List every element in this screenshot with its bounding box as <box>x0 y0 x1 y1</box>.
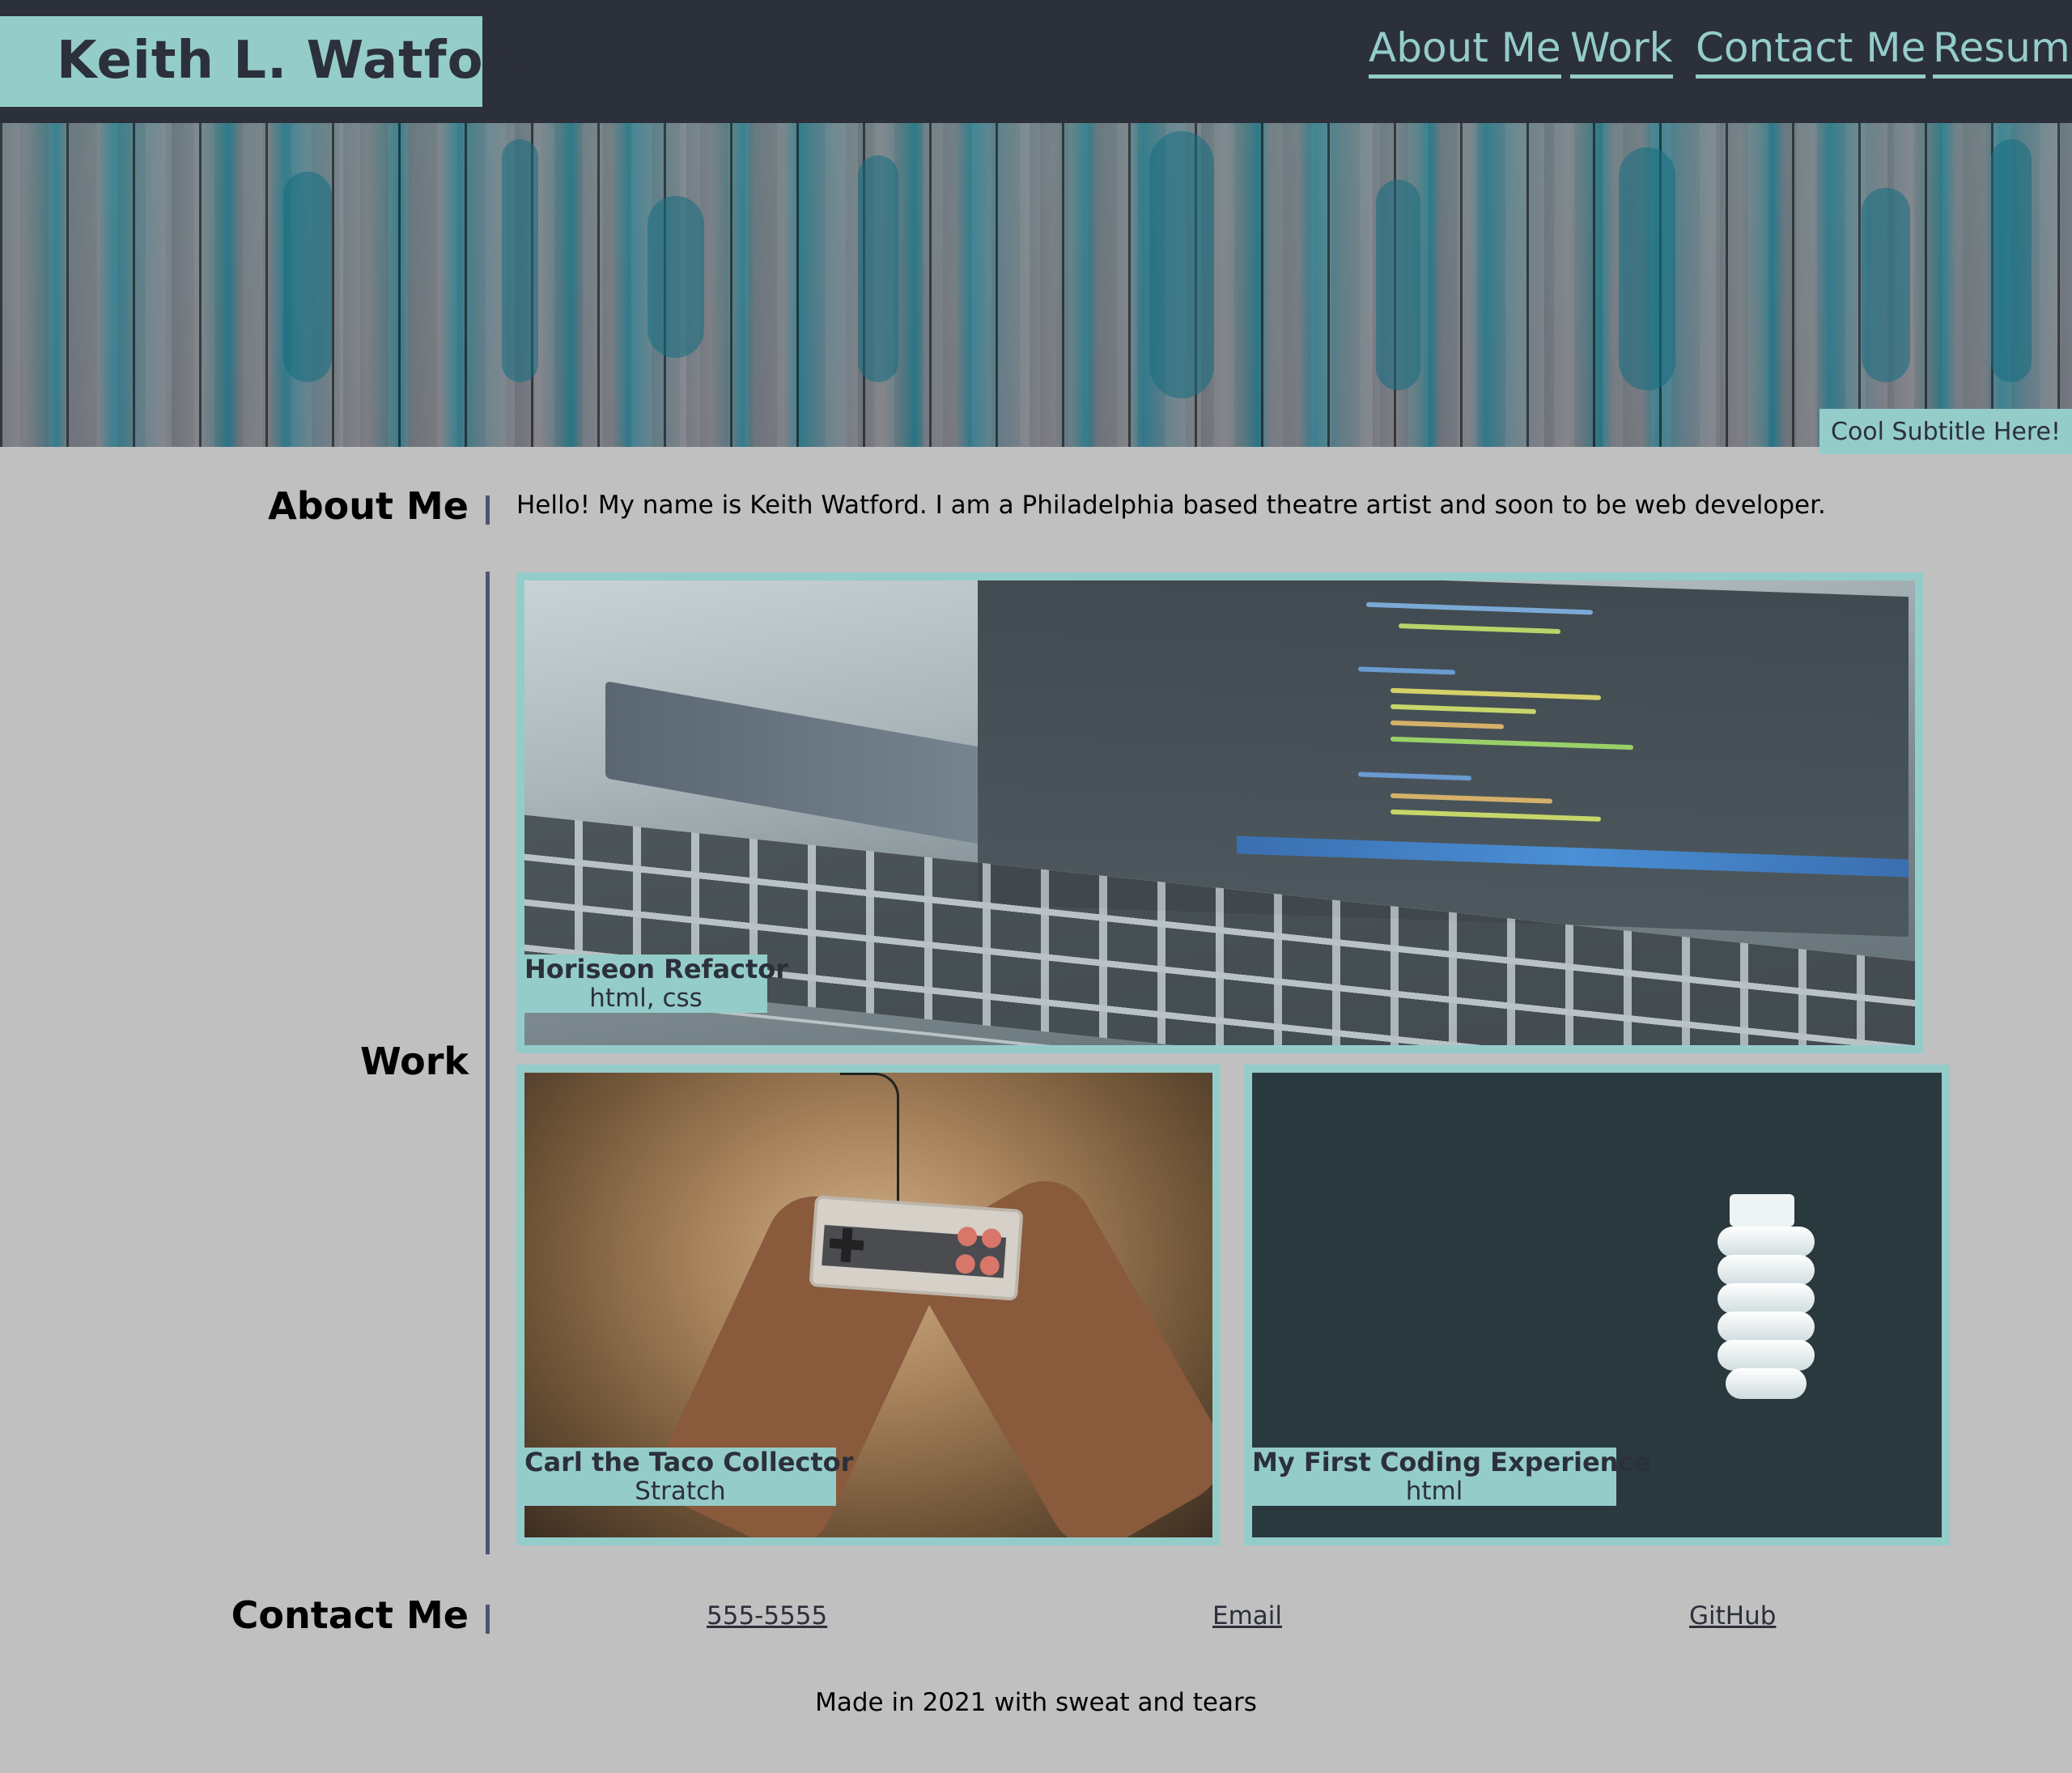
contact-github-link[interactable]: GitHub <box>1689 1601 1776 1631</box>
footer-text: Made in 2021 with sweat and tears <box>815 1688 1257 1717</box>
project-title: Horiseon Refactor <box>524 954 789 984</box>
project-card-first-coding[interactable]: My First Coding Experience html <box>1244 1065 1950 1546</box>
contact-email-link[interactable]: Email <box>1212 1601 1282 1631</box>
contact-heading: Contact Me <box>231 1593 469 1637</box>
project-title: My First Coding Experience <box>1252 1447 1652 1478</box>
work-heading: Work <box>360 1040 469 1083</box>
contact-divider <box>486 1605 490 1634</box>
project-tech: html, css <box>589 984 703 1013</box>
nav-about-me[interactable]: About Me <box>1369 24 1561 79</box>
main-nav: About Me Work Contact Me Resume <box>0 24 2072 85</box>
top-navbar: Keith L. Watford About Me Work Contact M… <box>0 0 2072 123</box>
nav-work[interactable]: Work <box>1570 24 1673 79</box>
contact-phone-link[interactable]: 555-5555 <box>707 1601 827 1631</box>
hero-subtitle: Cool Subtitle Here! <box>1819 409 2072 454</box>
project-caption: Horiseon Refactor html, css <box>524 954 789 1013</box>
project-card-horiseon[interactable]: Horiseon Refactor html, css <box>516 572 1923 1053</box>
project-tech: html <box>1405 1477 1463 1506</box>
project-caption: My First Coding Experience html <box>1252 1447 1652 1506</box>
work-divider <box>486 572 490 1554</box>
nav-contact-me[interactable]: Contact Me <box>1696 24 1926 79</box>
hero-banner-image <box>0 123 2072 447</box>
about-text: Hello! My name is Keith Watford. I am a … <box>516 491 1826 520</box>
project-tech: Stratch <box>635 1477 726 1506</box>
about-divider <box>486 495 490 525</box>
project-card-taco-collector[interactable]: Carl the Taco Collector Stratch <box>516 1065 1221 1546</box>
project-title: Carl the Taco Collector <box>524 1447 854 1478</box>
project-caption: Carl the Taco Collector Stratch <box>524 1447 854 1506</box>
about-heading: About Me <box>268 484 469 528</box>
nav-resume[interactable]: Resume <box>1933 24 2072 79</box>
